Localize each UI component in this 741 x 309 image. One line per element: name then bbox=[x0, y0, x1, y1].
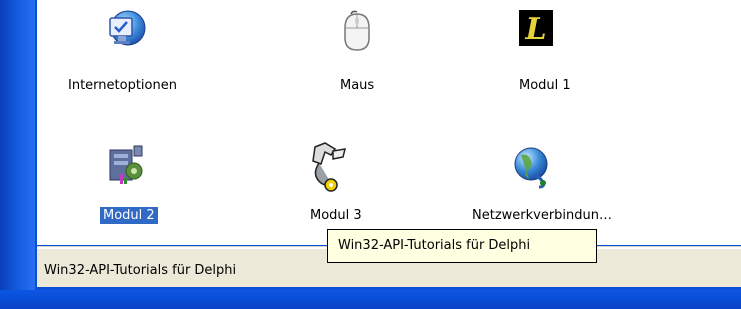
icon-item-netzwerkverbindungen[interactable]: Netzwerkverbindun… bbox=[429, 140, 649, 235]
window-frame-left bbox=[0, 0, 35, 309]
script-l-icon: L bbox=[519, 10, 553, 50]
internet-options-icon bbox=[106, 6, 146, 58]
icon-item-modul-1[interactable]: L Modul 1 bbox=[492, 0, 602, 110]
icon-label: Internetoptionen bbox=[68, 78, 177, 93]
icon-label: Modul 1 bbox=[519, 78, 571, 93]
mouse-icon bbox=[337, 8, 377, 58]
icon-label: Modul 3 bbox=[310, 208, 362, 223]
svg-text:L: L bbox=[524, 12, 546, 46]
network-globe-icon bbox=[511, 145, 555, 193]
icon-item-modul-3[interactable]: Modul 3 bbox=[297, 140, 397, 235]
tooltip: Win32-API-Tutorials für Delphi bbox=[327, 229, 597, 263]
icon-item-internetoptionen[interactable]: Internetoptionen bbox=[37, 0, 247, 110]
status-bar-text: Win32-API-Tutorials für Delphi bbox=[44, 263, 237, 278]
icon-item-maus[interactable]: Maus bbox=[307, 0, 407, 110]
icon-item-modul-2[interactable]: Modul 2 bbox=[97, 140, 187, 235]
icon-label: Maus bbox=[340, 78, 375, 93]
server-gear-icon bbox=[108, 144, 148, 190]
icon-label: Modul 2 bbox=[100, 207, 158, 224]
tools-wrench-icon bbox=[303, 141, 353, 199]
icon-view[interactable]: Internetoptionen Maus L Modul 1 Modul 2 … bbox=[37, 0, 741, 245]
icon-label: Netzwerkverbindun… bbox=[472, 208, 613, 223]
window-frame-bottom bbox=[0, 290, 741, 309]
